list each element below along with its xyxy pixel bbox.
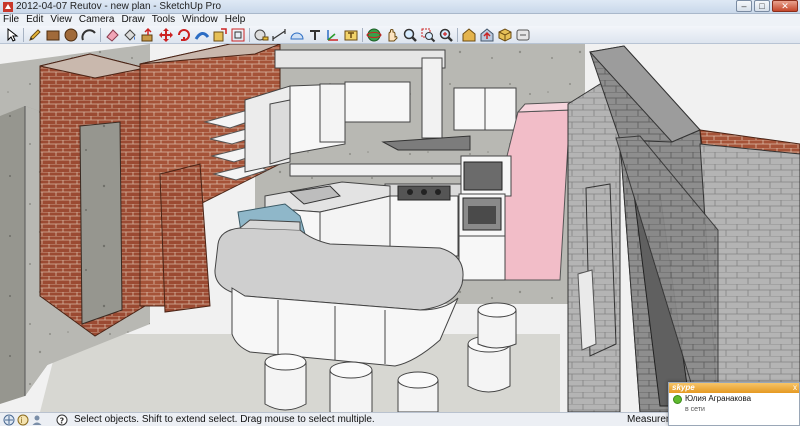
pencil-tool-icon[interactable] [27,27,43,43]
menu-view[interactable]: View [47,14,76,26]
rectangle-tool-icon[interactable] [45,27,61,43]
help-icon[interactable]: ? [56,414,68,426]
skype-contact-row[interactable]: Юлия Агранакова [669,393,799,405]
menu-tools[interactable]: Tools [149,14,179,26]
brick-wall-doorway [79,121,123,325]
window-title: 2012-04-07 Reutov - new plan - SketchUp … [16,1,222,12]
maximize-button[interactable]: □ [754,0,770,12]
menu-file[interactable]: File [0,14,23,26]
skype-contact-status: в сети [685,406,705,413]
follow-me-icon[interactable] [194,27,210,43]
rotate-tool-icon[interactable] [176,27,192,43]
orbit-tool-icon[interactable] [366,27,382,43]
skype-status-row: в сети [669,405,799,417]
account-icon[interactable] [31,414,43,426]
skype-contact-name: Юлия Агранакова [685,394,752,403]
menu-bar: File Edit View Camera Draw Tools Window … [0,14,800,26]
online-status-icon [673,395,682,404]
dimension-icon[interactable] [271,27,287,43]
menu-window[interactable]: Window [179,14,222,26]
main-toolbar [0,26,800,44]
share-model-icon[interactable] [479,27,495,43]
minimize-button[interactable]: – [736,0,752,12]
menu-edit[interactable]: Edit [23,14,47,26]
stool-2 [329,361,373,412]
axes-tool-icon[interactable] [325,27,341,43]
move-tool-icon[interactable] [158,27,174,43]
pan-tool-icon[interactable] [384,27,400,43]
paint-bucket-icon[interactable] [122,27,138,43]
select-tool-icon[interactable] [4,27,20,43]
3d-text-icon[interactable] [343,27,359,43]
eraser-tool-icon[interactable] [104,27,120,43]
zoom-tool-icon[interactable] [402,27,418,43]
tape-measure-icon[interactable] [253,27,269,43]
sketchup-app-icon [3,2,13,12]
push-pull-icon[interactable] [140,27,156,43]
model-viewport[interactable] [0,44,800,412]
zoom-window-icon[interactable] [420,27,436,43]
offset-tool-icon[interactable] [230,27,246,43]
warehouse-icon[interactable] [461,27,477,43]
menu-draw[interactable]: Draw [118,14,148,26]
svg-text:i: i [20,416,22,425]
stool-1 [264,353,307,411]
extension-icon[interactable] [515,27,531,43]
circle-tool-icon[interactable] [63,27,79,43]
protractor-icon[interactable] [289,27,305,43]
arc-tool-icon[interactable] [81,27,97,43]
scale-tool-icon[interactable] [212,27,228,43]
skype-close-button[interactable]: x [793,383,797,393]
skype-notification[interactable]: skype x Юлия Агранакова в сети [668,382,800,426]
menu-help[interactable]: Help [222,14,250,26]
text-tool-icon[interactable] [307,27,323,43]
credits-icon[interactable]: i [17,414,29,426]
components-icon[interactable] [497,27,513,43]
title-bar: 2012-04-07 Reutov - new plan - SketchUp … [0,0,800,14]
geo-location-icon[interactable] [3,414,15,426]
kitchen-3d-model[interactable] [0,44,800,412]
close-button[interactable]: ✕ [772,0,798,12]
oven-column [458,155,512,281]
status-hint: Select objects. Shift to extend select. … [74,414,375,425]
stool-5 [477,302,517,349]
zoom-extents-icon[interactable] [438,27,454,43]
window-controls: – □ ✕ [736,0,798,13]
svg-text:?: ? [60,417,65,426]
skype-header: skype x [669,383,799,393]
skype-logo: skype [672,383,695,392]
stool-3 [397,371,439,412]
menu-camera[interactable]: Camera [76,14,119,26]
